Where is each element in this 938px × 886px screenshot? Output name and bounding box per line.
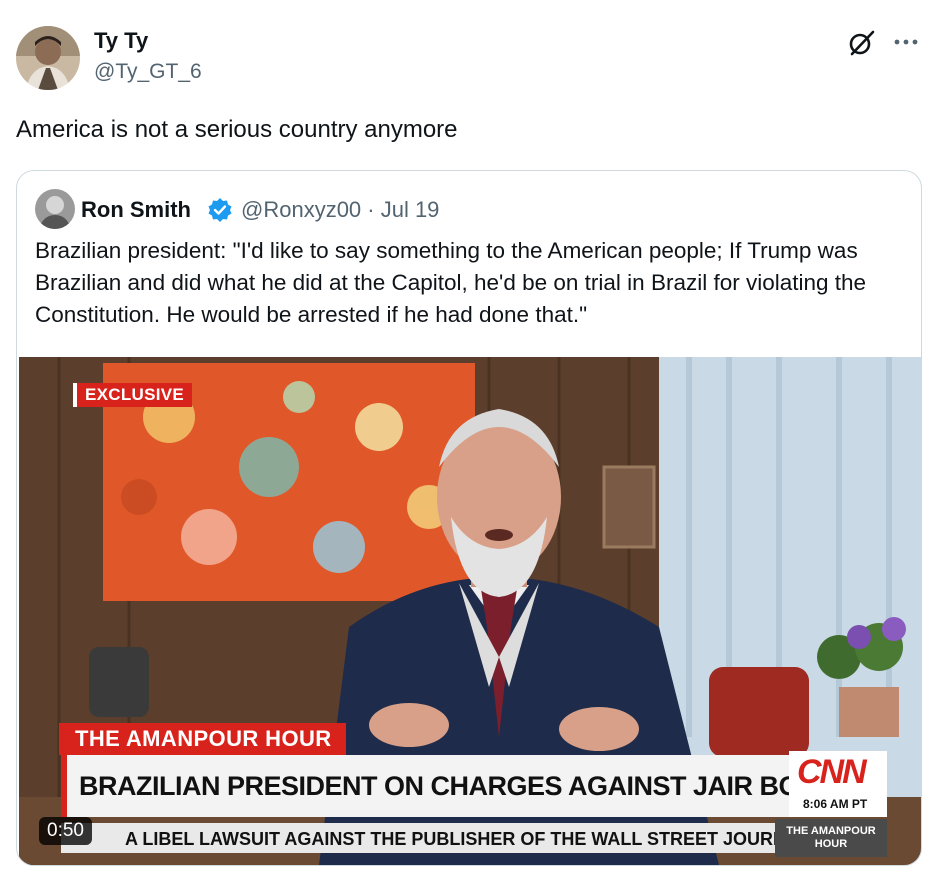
- ticker-tag: THE AMANPOUR HOUR: [775, 819, 887, 857]
- news-ticker: A LIBEL LAWSUIT AGAINST THE PUBLISHER OF…: [61, 823, 789, 853]
- broadcast-time: 8:06 AM PT: [803, 797, 868, 811]
- grok-icon[interactable]: [847, 28, 877, 58]
- show-name-banner: THE AMANPOUR HOUR: [59, 723, 346, 755]
- author-name[interactable]: Ty Ty: [94, 28, 148, 54]
- more-icon[interactable]: [893, 30, 919, 54]
- author-avatar[interactable]: [16, 26, 80, 90]
- video-player[interactable]: EXCLUSIVE THE AMANPOUR HOUR BRAZILIAN PR…: [19, 357, 921, 865]
- tweet-text: America is not a serious country anymore: [16, 116, 458, 143]
- quoted-author-avatar[interactable]: [35, 189, 75, 229]
- network-logo-box: CNN 8:06 AM PT: [789, 751, 887, 817]
- headline-banner: BRAZILIAN PRESIDENT ON CHARGES AGAINST J…: [61, 755, 789, 817]
- quoted-tweet-card[interactable]: Ron Smith @Ronxyz00 · Jul 19 Brazilian p…: [16, 170, 922, 866]
- author-handle[interactable]: @Ty_GT_6: [94, 60, 202, 84]
- quoted-author-name[interactable]: Ron Smith: [81, 197, 191, 223]
- exclusive-badge: EXCLUSIVE: [73, 383, 193, 407]
- quoted-tweet-text: Brazilian president: "I'd like to say so…: [35, 238, 867, 327]
- verified-icon: [207, 197, 233, 223]
- quoted-handle-date[interactable]: @Ronxyz00 · Jul 19: [241, 197, 439, 223]
- video-duration: 0:50: [39, 817, 92, 845]
- cnn-logo: CNN: [797, 753, 867, 791]
